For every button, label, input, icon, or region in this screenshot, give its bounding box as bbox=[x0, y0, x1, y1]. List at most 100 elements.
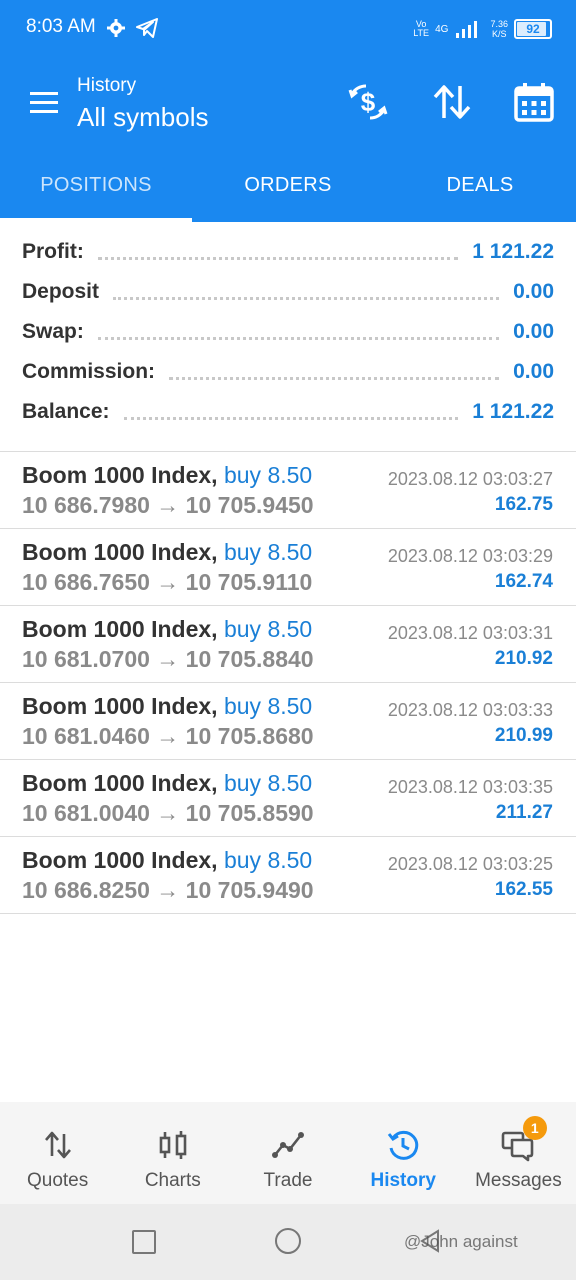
history-icon bbox=[386, 1128, 420, 1162]
deal-profit: 162.75 bbox=[494, 494, 553, 515]
deal-direction: buy 8.50 bbox=[223, 462, 313, 488]
page-title[interactable]: All symbols bbox=[77, 102, 208, 133]
status-time: 8:03 AM bbox=[26, 16, 96, 37]
deal-direction: buy 8.50 bbox=[223, 770, 313, 796]
list-item[interactable]: Boom 1000 Index, buy 8.50 10 686.7980 → … bbox=[0, 452, 576, 529]
list-item[interactable]: Boom 1000 Index, buy 8.50 10 686.8250 → … bbox=[0, 837, 576, 914]
deal-profit: 162.74 bbox=[494, 571, 553, 592]
nav-messages[interactable]: 1 Messages bbox=[461, 1102, 576, 1204]
battery-level: 92 bbox=[526, 22, 540, 36]
signal-icon bbox=[456, 21, 478, 38]
deal-symbol: Boom 1000 Index, bbox=[22, 770, 218, 796]
deal-profit: 162.55 bbox=[494, 879, 553, 900]
menu-icon[interactable] bbox=[24, 88, 64, 118]
speed-value: 7.36 bbox=[490, 19, 508, 29]
notification-badge: 1 bbox=[522, 1116, 547, 1140]
summary-value: 1 121.22 bbox=[472, 240, 554, 263]
nav-charts[interactable]: Charts bbox=[115, 1102, 230, 1204]
recent-apps-button[interactable] bbox=[132, 1230, 156, 1254]
nav-history[interactable]: History bbox=[346, 1102, 461, 1204]
tab-orders[interactable]: ORDERS bbox=[192, 148, 384, 222]
summary-value: 0.00 bbox=[513, 360, 554, 383]
deal-profit: 210.92 bbox=[494, 648, 553, 669]
quotes-icon bbox=[41, 1128, 75, 1162]
sort-icon[interactable] bbox=[430, 80, 474, 124]
summary-label: Profit: bbox=[22, 240, 84, 263]
deal-direction: buy 8.50 bbox=[223, 616, 313, 642]
deal-symbol-line: Boom 1000 Index, buy 8.50 bbox=[22, 616, 312, 643]
summary-panel: Profit: 1 121.22 Deposit 0.00 Swap: 0.00… bbox=[0, 232, 576, 432]
telegram-icon bbox=[136, 18, 158, 38]
dot-leader bbox=[97, 256, 459, 260]
tab-deals[interactable]: DEALS bbox=[384, 148, 576, 222]
nav-label: Messages bbox=[475, 1170, 562, 1191]
deal-profit: 211.27 bbox=[495, 802, 553, 823]
summary-label: Commission: bbox=[22, 360, 156, 383]
summary-value: 0.00 bbox=[513, 280, 554, 303]
deal-symbol-line: Boom 1000 Index, buy 8.50 bbox=[22, 847, 312, 874]
deal-symbol: Boom 1000 Index, bbox=[22, 616, 218, 642]
summary-label: Deposit bbox=[22, 280, 100, 303]
svg-text:$: $ bbox=[361, 87, 376, 117]
nav-quotes[interactable]: Quotes bbox=[0, 1102, 115, 1204]
tab-indicator bbox=[0, 218, 192, 222]
deal-direction: buy 8.50 bbox=[223, 693, 313, 719]
summary-profit: Profit: 1 121.22 bbox=[0, 232, 576, 272]
currency-exchange-icon[interactable]: $ bbox=[346, 80, 390, 124]
summary-balance: Balance: 1 121.22 bbox=[0, 392, 576, 432]
nav-label: Quotes bbox=[26, 1170, 89, 1191]
bottom-nav: Quotes Charts Trade History 1 Messages bbox=[0, 1102, 576, 1204]
summary-deposit: Deposit 0.00 bbox=[0, 272, 576, 312]
deal-symbol: Boom 1000 Index, bbox=[22, 462, 218, 488]
volte-label: Vo LTE bbox=[413, 19, 430, 38]
dot-leader bbox=[123, 416, 459, 420]
deal-time: 2023.08.12 03:03:31 bbox=[387, 623, 553, 643]
deal-symbol-line: Boom 1000 Index, buy 8.50 bbox=[22, 539, 312, 566]
list-item[interactable]: Boom 1000 Index, buy 8.50 10 681.0040 → … bbox=[0, 760, 576, 837]
deal-symbol-line: Boom 1000 Index, buy 8.50 bbox=[22, 462, 312, 489]
header-subtitle: History bbox=[77, 75, 137, 96]
deal-symbol-line: Boom 1000 Index, buy 8.50 bbox=[22, 693, 312, 720]
tab-positions[interactable]: POSITIONS bbox=[0, 148, 192, 222]
summary-commission: Commission: 0.00 bbox=[0, 352, 576, 392]
list-item[interactable]: Boom 1000 Index, buy 8.50 10 686.7650 → … bbox=[0, 529, 576, 606]
deal-symbol: Boom 1000 Index, bbox=[22, 693, 218, 719]
nav-label: Trade bbox=[263, 1170, 313, 1191]
deal-prices: 10 681.0040 → 10 705.8590 bbox=[22, 800, 314, 826]
deal-prices: 10 686.8250 → 10 705.9490 bbox=[22, 877, 314, 903]
home-button[interactable] bbox=[275, 1228, 301, 1254]
tab-bar: POSITIONS ORDERS DEALS bbox=[0, 148, 576, 222]
summary-swap: Swap: 0.00 bbox=[0, 312, 576, 352]
deal-time: 2023.08.12 03:03:35 bbox=[387, 777, 553, 797]
positions-list: Boom 1000 Index, buy 8.50 10 686.7980 → … bbox=[0, 452, 576, 914]
calendar-icon[interactable] bbox=[512, 80, 556, 124]
gear-icon bbox=[107, 19, 125, 37]
deal-direction: buy 8.50 bbox=[223, 847, 313, 873]
nav-trade[interactable]: Trade bbox=[230, 1102, 345, 1204]
deal-profit: 210.99 bbox=[494, 725, 553, 746]
summary-value: 0.00 bbox=[513, 320, 554, 343]
nav-label: History bbox=[370, 1170, 436, 1191]
status-bar: 8:03 AM Vo LTE 4G 7.36 K/S 92 bbox=[0, 0, 576, 60]
deal-symbol-line: Boom 1000 Index, buy 8.50 bbox=[22, 770, 312, 797]
list-item[interactable]: Boom 1000 Index, buy 8.50 10 681.0460 → … bbox=[0, 683, 576, 760]
list-item[interactable]: Boom 1000 Index, buy 8.50 10 681.0700 → … bbox=[0, 606, 576, 683]
battery-icon: 92 bbox=[514, 19, 552, 39]
status-icons: Vo LTE 4G 7.36 K/S 92 bbox=[413, 16, 552, 42]
charts-icon bbox=[156, 1128, 190, 1162]
deal-time: 2023.08.12 03:03:25 bbox=[387, 854, 553, 874]
deal-symbol: Boom 1000 Index, bbox=[22, 847, 218, 873]
deal-prices: 10 686.7650 → 10 705.9110 bbox=[22, 569, 313, 595]
network-type: 4G bbox=[435, 23, 449, 35]
deal-prices: 10 686.7980 → 10 705.9450 bbox=[22, 492, 314, 518]
summary-label: Swap: bbox=[22, 320, 84, 343]
deal-time: 2023.08.12 03:03:33 bbox=[387, 700, 553, 720]
summary-value: 1 121.22 bbox=[472, 400, 554, 423]
dot-leader bbox=[113, 296, 500, 300]
app-bar: 8:03 AM Vo LTE 4G 7.36 K/S 92 History Al… bbox=[0, 0, 576, 222]
deal-symbol: Boom 1000 Index, bbox=[22, 539, 218, 565]
dot-leader bbox=[169, 376, 500, 380]
deal-time: 2023.08.12 03:03:29 bbox=[387, 546, 553, 566]
deal-time: 2023.08.12 03:03:27 bbox=[387, 469, 553, 489]
deal-direction: buy 8.50 bbox=[223, 539, 313, 565]
